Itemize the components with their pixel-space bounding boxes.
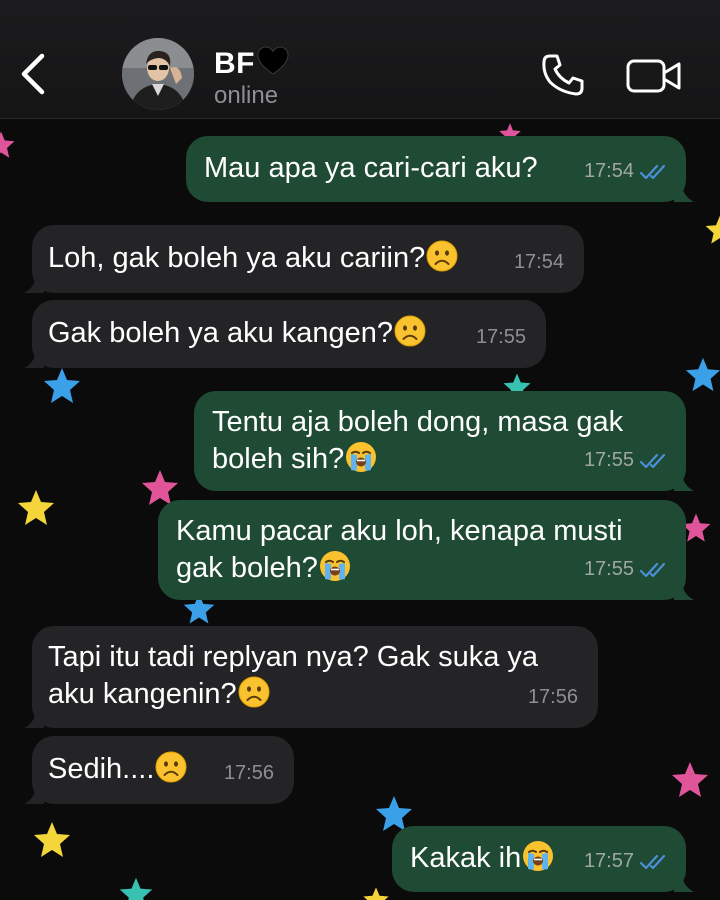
star-pink-icon — [0, 130, 16, 160]
message-text-content: Sedih.... — [48, 753, 155, 785]
message-text: Mau apa ya cari-cari aku? — [204, 152, 538, 184]
message-time: 17:57 — [583, 850, 634, 872]
frowning-face-icon — [238, 676, 270, 708]
message-line-text: aku kangenin? — [48, 678, 237, 710]
bubble-tail — [674, 580, 694, 600]
message-text-content: Gak boleh ya aku kangen? — [48, 317, 394, 349]
message-meta: 17:55 — [584, 442, 670, 479]
message-text: Tentu aja boleh dong, masa gak boleh sih… — [212, 404, 623, 478]
loudly-crying-face-icon — [319, 550, 351, 582]
star-yellow-icon — [16, 488, 56, 528]
message-text: Tapi itu tadi replyan nya? Gak suka ya a… — [48, 639, 538, 713]
star-teal-icon — [118, 876, 154, 900]
message-text-content: Loh, gak boleh ya aku cariin? — [48, 242, 426, 274]
message-text: Gak boleh ya aku kangen? — [48, 315, 426, 352]
double-check-read-icon — [640, 452, 670, 470]
message-line: gak boleh? — [176, 550, 623, 587]
bubble-tail — [24, 348, 44, 368]
message-bubble-outgoing[interactable]: Kakak ih 17:57 — [392, 826, 686, 892]
phone-icon[interactable] — [540, 52, 586, 98]
chat-header: BF online — [0, 0, 720, 119]
double-check-read-icon — [640, 853, 670, 871]
avatar[interactable] — [122, 38, 194, 110]
star-blue-icon — [42, 366, 82, 406]
message-bubble-outgoing[interactable]: Kamu pacar aku loh, kenapa musti gak bol… — [158, 500, 686, 600]
video-camera-icon[interactable] — [626, 56, 682, 96]
bubble-tail — [24, 708, 44, 728]
message-bubble-incoming[interactable]: Loh, gak boleh ya aku cariin? 17:54 — [32, 225, 584, 293]
message-meta: 17:56 — [224, 755, 274, 792]
black-heart-icon — [257, 46, 289, 75]
message-meta: 17:54 — [584, 153, 670, 190]
message-line: boleh sih? — [212, 441, 623, 478]
message-text: Loh, gak boleh ya aku cariin? — [48, 240, 458, 277]
frowning-face-icon — [394, 315, 426, 347]
bubble-tail — [24, 784, 44, 804]
message-bubble-outgoing[interactable]: Tentu aja boleh dong, masa gak boleh sih… — [194, 391, 686, 491]
star-yellow-icon — [362, 886, 390, 900]
message-meta: 17:56 — [528, 679, 578, 716]
loudly-crying-face-icon — [345, 441, 377, 473]
message-bubble-outgoing[interactable]: Mau apa ya cari-cari aku? 17:54 — [186, 136, 686, 202]
message-time: 17:56 — [223, 762, 274, 784]
bubble-tail — [674, 182, 694, 202]
message-time: 17:56 — [527, 686, 578, 708]
message-time: 17:54 — [513, 251, 564, 273]
message-bubble-incoming[interactable]: Tapi itu tadi replyan nya? Gak suka ya a… — [32, 626, 598, 728]
message-meta: 17:55 — [476, 319, 526, 356]
star-yellow-icon — [32, 820, 72, 860]
double-check-read-icon — [640, 561, 670, 579]
message-text-content: Kakak ih — [410, 842, 522, 874]
star-pink-icon — [670, 760, 710, 800]
star-yellow-icon — [704, 214, 720, 246]
contact-status: online — [214, 82, 279, 109]
message-line: Tentu aja boleh dong, masa gak — [212, 406, 624, 438]
loudly-crying-face-icon — [522, 840, 554, 872]
message-bubble-incoming[interactable]: Sedih.... 17:56 — [32, 736, 294, 804]
message-bubble-incoming[interactable]: Gak boleh ya aku kangen? 17:55 — [32, 300, 546, 368]
contact-name-text: BF — [214, 47, 255, 80]
message-meta: 17:57 — [584, 843, 670, 880]
message-text: Kamu pacar aku loh, kenapa musti gak bol… — [176, 513, 623, 587]
message-meta: 17:55 — [584, 551, 670, 588]
bubble-tail — [24, 273, 44, 293]
message-line-text: boleh sih? — [212, 443, 345, 475]
message-text: Sedih.... — [48, 751, 187, 788]
message-line: Kamu pacar aku loh, kenapa musti — [176, 515, 623, 547]
message-line: aku kangenin? — [48, 676, 538, 713]
message-time: 17:55 — [583, 449, 634, 471]
message-meta: 17:54 — [514, 244, 564, 281]
message-time: 17:55 — [475, 326, 526, 348]
frowning-face-icon — [426, 240, 458, 272]
bubble-tail — [674, 471, 694, 491]
bubble-tail — [674, 872, 694, 892]
double-check-read-icon — [640, 163, 670, 181]
message-time: 17:54 — [583, 160, 634, 182]
frowning-face-icon — [155, 751, 187, 783]
star-blue-icon — [684, 356, 720, 394]
message-text: Kakak ih — [410, 840, 554, 877]
message-line: Tapi itu tadi replyan nya? Gak suka ya — [48, 641, 539, 673]
chevron-left-icon[interactable] — [14, 48, 54, 100]
message-time: 17:55 — [583, 558, 634, 580]
contact-name[interactable]: BF — [214, 46, 289, 81]
message-line-text: gak boleh? — [176, 552, 318, 584]
